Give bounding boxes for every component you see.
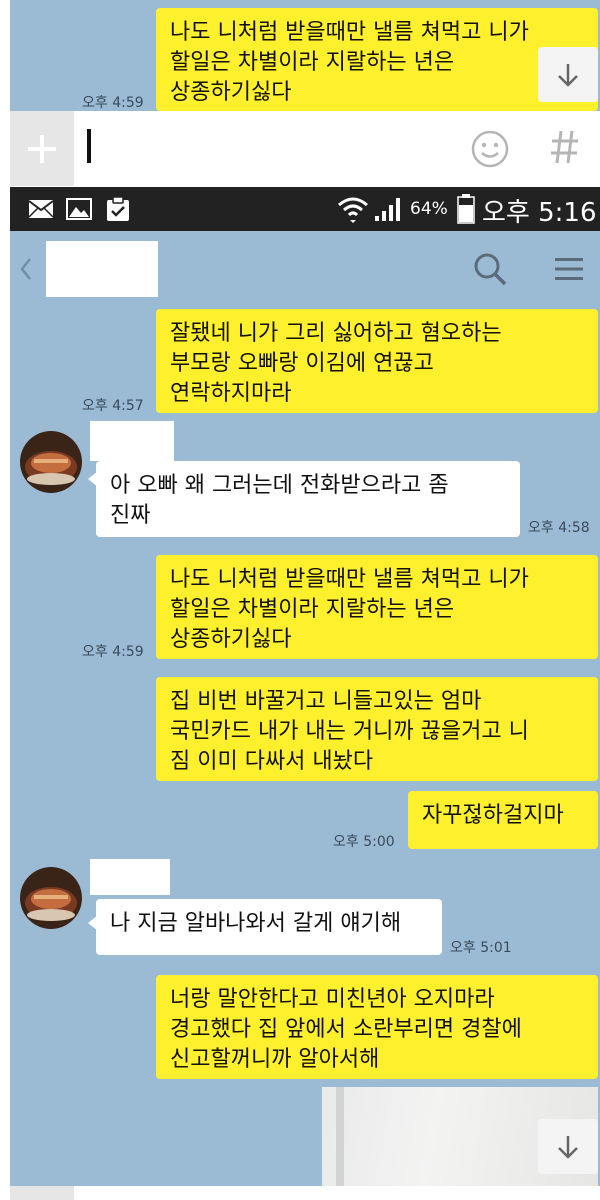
message-bubble-mine: 나도 니처럼 받을때만 낼름 쳐먹고 니가 할일은 차별이라 지랄하는 년은 상… — [156, 8, 598, 111]
message-input-bar — [10, 111, 600, 186]
message-line: 상종하기싫다 — [170, 80, 292, 105]
status-bar: 64% 오후 5:16 — [10, 187, 600, 231]
chevron-left-icon — [20, 258, 31, 280]
message-line: 짐 이미 다싸서 내놨다 — [170, 749, 374, 774]
wifi-icon — [338, 197, 368, 223]
status-time: 오후 5:16 — [482, 198, 597, 228]
chat-header — [10, 231, 600, 309]
message-bubble-theirs: 아 오빠 왜 그러는데 전화받으라고 좀 진짜 — [96, 461, 520, 537]
message-line: 너랑 말안한다고 미친년아 오지마라 — [170, 987, 495, 1012]
message-line: 집 비번 바꿀거고 니들고있는 엄마 — [170, 689, 482, 714]
hash-button[interactable] — [548, 127, 582, 171]
message-input-bar — [10, 1186, 600, 1200]
avatar[interactable] — [20, 431, 82, 493]
message-line: 나도 니처럼 받을때만 낼름 쳐먹고 니가 — [170, 567, 529, 592]
avatar-image — [20, 867, 82, 929]
message-bubble-mine: 나도 니처럼 받을때만 낼름 쳐먹고 니가 할일은 차별이라 지랄하는 년은 상… — [156, 555, 598, 659]
search-button[interactable] — [472, 251, 508, 291]
message-line: 할일은 차별이라 지랄하는 년은 — [170, 597, 455, 622]
message-time: 오후 5:00 — [333, 834, 395, 850]
sender-name — [90, 859, 170, 895]
message-time: 오후 4:59 — [82, 95, 144, 111]
message-line: 진짜 — [110, 503, 151, 528]
back-button[interactable] — [18, 255, 34, 287]
message-line: 연락하지마라 — [170, 381, 292, 406]
message-input[interactable] — [80, 111, 460, 186]
search-icon — [474, 253, 507, 286]
message-line: 나 지금 알바나와서 갈게 얘기해 — [110, 911, 402, 936]
message-line: 경고했다 집 앞에서 소란부리면 경찰에 — [170, 1017, 522, 1042]
arrow-down-icon — [558, 1135, 578, 1159]
battery-icon — [457, 194, 475, 224]
hamburger-menu-icon — [555, 258, 583, 280]
sender-name — [90, 421, 174, 461]
message-line: 나도 니처럼 받을때만 낼름 쳐먹고 니가 — [170, 20, 529, 45]
message-bubble-mine: 잘됐네 니가 그리 싫어하고 혐오하는 부모랑 오빠랑 이김에 연끊고 연락하지… — [156, 309, 598, 413]
avatar[interactable] — [20, 867, 82, 929]
message-line: 국민카드 내가 내는 거니까 끊을거고 니 — [170, 719, 529, 744]
chat-messages: 잘됐네 니가 그리 싫어하고 혐오하는 부모랑 오빠랑 이김에 연끊고 연락하지… — [10, 309, 600, 1200]
signal-icon — [375, 198, 400, 221]
mail-icon — [28, 200, 54, 218]
plus-icon — [28, 134, 56, 163]
message-time: 오후 4:57 — [82, 398, 144, 414]
message-line: 아 오빠 왜 그러는데 전화받으라고 좀 — [110, 473, 449, 498]
message-line: 자꾸젆하걸지마 — [422, 803, 564, 828]
message-time: 오후 4:58 — [528, 520, 590, 536]
battery-percent: 64% — [410, 199, 448, 219]
previous-chat-area: 나도 니처럼 받을때만 낼름 쳐먹고 니가 할일은 차별이라 지랄하는 년은 상… — [10, 0, 600, 111]
message-bubble-mine: 너랑 말안한다고 미친년아 오지마라 경고했다 집 앞에서 소란부리면 경찰에 … — [156, 975, 598, 1079]
emoji-icon — [471, 130, 509, 168]
avatar-image — [20, 431, 82, 493]
message-line: 상종하기싫다 — [170, 627, 292, 652]
hash-icon — [551, 130, 578, 164]
message-line: 할일은 차별이라 지랄하는 년은 — [170, 50, 455, 75]
attach-button[interactable] — [10, 111, 74, 186]
clipboard-check-icon — [107, 196, 129, 221]
scroll-down-button[interactable] — [538, 1119, 598, 1174]
message-time: 오후 4:59 — [82, 644, 144, 660]
message-bubble-theirs: 나 지금 알바나와서 갈게 얘기해 — [96, 899, 442, 955]
menu-button[interactable] — [554, 255, 584, 287]
text-caret — [87, 129, 91, 163]
image-icon — [66, 198, 92, 220]
message-line: 부모랑 오빠랑 이김에 연끊고 — [170, 351, 434, 376]
message-time: 오후 5:01 — [450, 940, 512, 956]
message-bubble-mine: 집 비번 바꿀거고 니들고있는 엄마 국민카드 내가 내는 거니까 끊을거고 니… — [156, 677, 598, 781]
chat-partner-name — [46, 241, 158, 297]
arrow-down-icon — [558, 63, 578, 87]
emoji-button[interactable] — [470, 129, 510, 173]
message-line: 잘됐네 니가 그리 싫어하고 혐오하는 — [170, 321, 502, 346]
image-content — [336, 1087, 344, 1200]
scroll-down-button[interactable] — [538, 47, 598, 102]
message-line: 신고할꺼니까 알아서해 — [170, 1047, 380, 1072]
message-bubble-mine: 자꾸젆하걸지마 — [408, 791, 598, 849]
attach-button[interactable] — [10, 1186, 74, 1200]
